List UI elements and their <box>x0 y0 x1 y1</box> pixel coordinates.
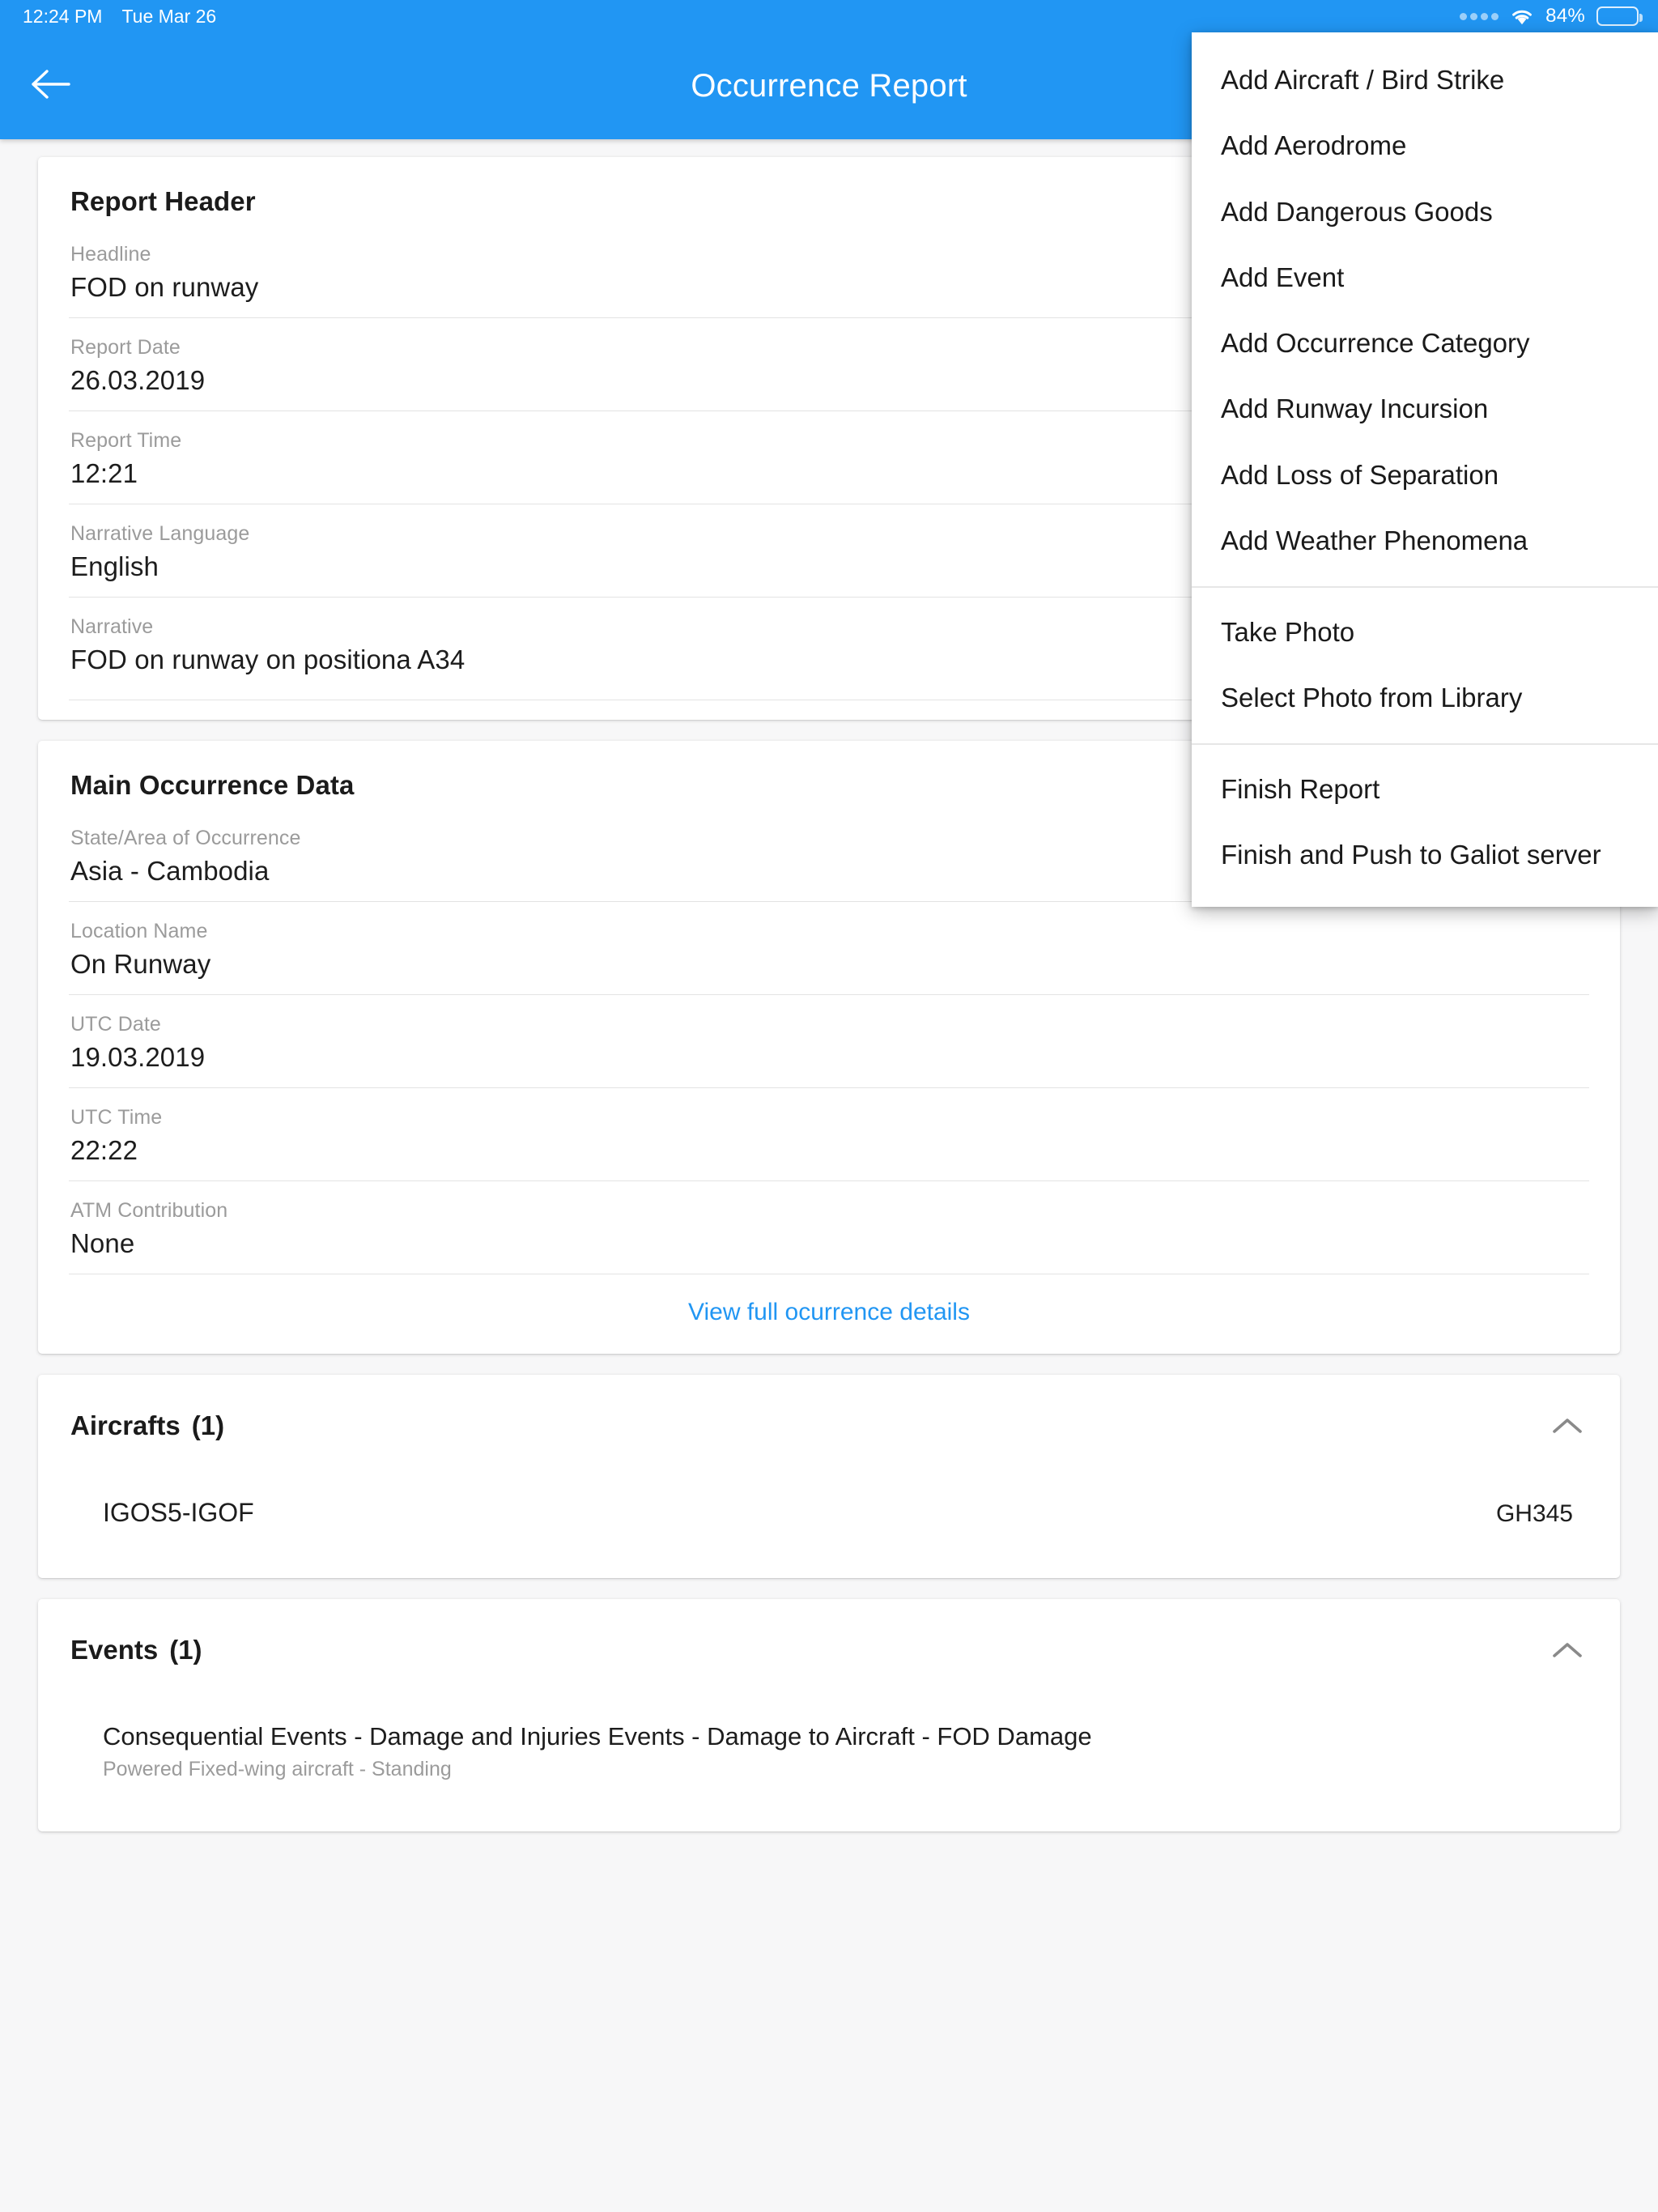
events-title: Events <box>70 1635 159 1665</box>
field-label: ATM Contribution <box>70 1199 228 1222</box>
aircrafts-body: IGOS5-IGOF GH345 <box>69 1459 1589 1578</box>
chevron-up-icon[interactable] <box>1545 1628 1589 1672</box>
back-arrow-icon <box>32 69 72 104</box>
menu-item-add-loss-of-separation[interactable]: Add Loss of Separation <box>1192 442 1658 508</box>
aircraft-row[interactable]: IGOS5-IGOF GH345 <box>103 1498 1589 1528</box>
field-value: 19.03.2019 <box>70 1042 206 1072</box>
status-bar-time: 12:24 PM <box>23 5 103 27</box>
status-bar: 12:24 PM Tue Mar 26 84% <box>0 0 1658 32</box>
event-row[interactable]: Consequential Events - Damage and Injuri… <box>103 1722 1589 1781</box>
menu-item-add-event[interactable]: Add Event <box>1192 245 1658 310</box>
field-atm-contribution[interactable]: ATM Contribution None <box>69 1181 1589 1274</box>
menu-item-add-occurrence-category[interactable]: Add Occurrence Category <box>1192 310 1658 376</box>
menu-divider <box>1192 586 1658 588</box>
menu-item-add-weather-phenomena[interactable]: Add Weather Phenomena <box>1192 508 1658 573</box>
field-utc-date[interactable]: UTC Date 19.03.2019 <box>69 995 1589 1088</box>
chevron-up-icon[interactable] <box>1545 1404 1589 1448</box>
menu-item-finish-report[interactable]: Finish Report <box>1192 756 1658 822</box>
field-location-name[interactable]: Location Name On Runway <box>69 902 1589 995</box>
field-label: UTC Time <box>70 1106 163 1129</box>
field-value: On Runway <box>70 949 211 979</box>
status-bar-right: 84% <box>1460 5 1643 28</box>
menu-item-add-aerodrome[interactable]: Add Aerodrome <box>1192 113 1658 178</box>
status-bar-left: 12:24 PM Tue Mar 26 <box>23 6 216 28</box>
back-button[interactable] <box>13 47 91 125</box>
events-card: Events (1) Consequential Events - Damage… <box>38 1599 1620 1831</box>
event-title: Consequential Events - Damage and Injuri… <box>103 1722 1092 1750</box>
menu-item-add-aircraft-bird-strike[interactable]: Add Aircraft / Bird Strike <box>1192 47 1658 113</box>
aircrafts-title: Aircrafts <box>70 1410 181 1440</box>
field-utc-time[interactable]: UTC Time 22:22 <box>69 1088 1589 1181</box>
menu-item-take-photo[interactable]: Take Photo <box>1192 599 1658 665</box>
field-value: None <box>70 1228 135 1258</box>
field-label: Location Name <box>70 920 208 942</box>
field-label: UTC Date <box>70 1013 161 1036</box>
battery-icon <box>1596 6 1643 26</box>
menu-item-select-photo-from-library[interactable]: Select Photo from Library <box>1192 665 1658 730</box>
battery-percentage: 84% <box>1545 5 1585 27</box>
aircrafts-count: (1) <box>191 1410 225 1440</box>
signal-dots-icon <box>1460 12 1499 20</box>
wifi-icon <box>1510 7 1534 25</box>
actions-popup-menu[interactable]: Add Aircraft / Bird Strike Add Aerodrome… <box>1192 32 1658 907</box>
field-value: 22:22 <box>70 1135 138 1165</box>
aircraft-flight-number: GH345 <box>1495 1500 1573 1527</box>
events-body: Consequential Events - Damage and Injuri… <box>69 1683 1589 1831</box>
menu-divider <box>1192 743 1658 745</box>
view-full-occurrence-details-link[interactable]: View full ocurrence details <box>69 1274 1589 1354</box>
aircrafts-section-header[interactable]: Aircrafts (1) <box>69 1375 1589 1459</box>
event-subtitle: Powered Fixed-wing aircraft - Standing <box>103 1758 452 1780</box>
status-bar-date: Tue Mar 26 <box>121 5 217 27</box>
menu-item-finish-and-push-to-galiot-server[interactable]: Finish and Push to Galiot server <box>1192 822 1658 887</box>
aircrafts-card: Aircrafts (1) IGOS5-IGOF GH345 <box>38 1375 1620 1578</box>
events-section-header[interactable]: Events (1) <box>69 1599 1589 1683</box>
events-count: (1) <box>169 1635 202 1665</box>
menu-item-add-runway-incursion[interactable]: Add Runway Incursion <box>1192 376 1658 441</box>
menu-item-add-dangerous-goods[interactable]: Add Dangerous Goods <box>1192 179 1658 245</box>
aircraft-registration: IGOS5-IGOF <box>103 1498 254 1527</box>
